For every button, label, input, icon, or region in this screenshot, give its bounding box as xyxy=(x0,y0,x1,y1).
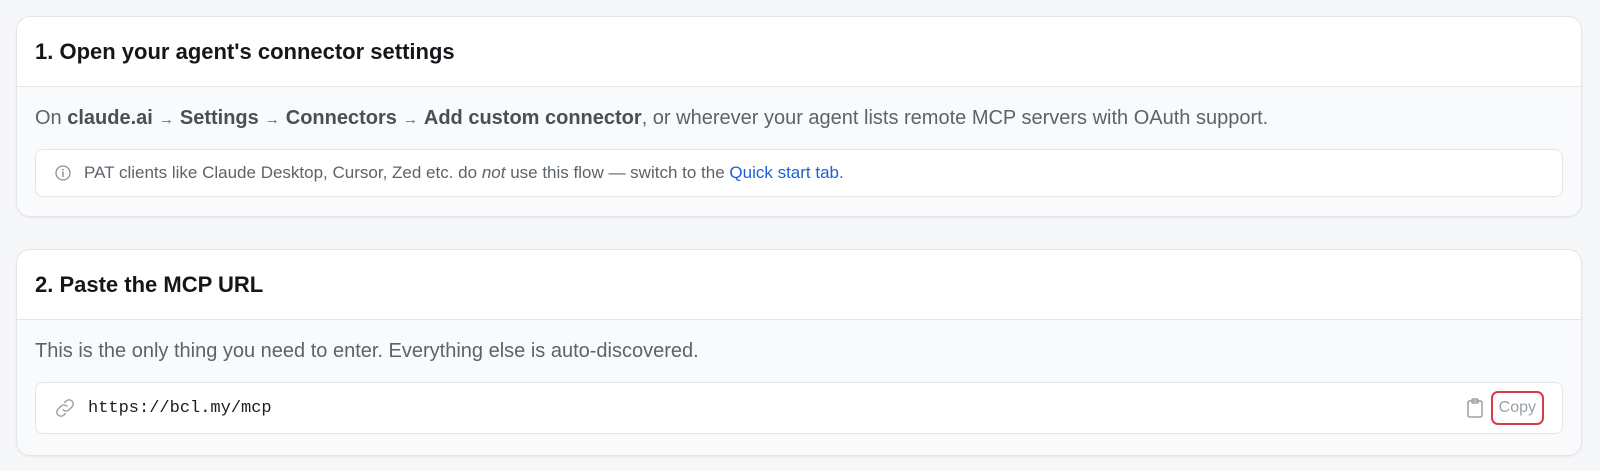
step-2-card: 2. Paste the MCP URL This is the only th… xyxy=(16,249,1582,456)
notice-text-after: use this flow — switch to the xyxy=(510,163,725,182)
path-add-custom-connector: Add custom connector xyxy=(423,107,642,129)
step-2-description: This is the only thing you need to enter… xyxy=(35,340,699,362)
arrow-1: → xyxy=(158,111,174,128)
mcp-url-box: https://bcl.my/mcp Copy xyxy=(35,382,1563,434)
quick-start-tab-link[interactable]: Quick start tab. xyxy=(729,163,843,183)
copy-control: Copy xyxy=(1465,391,1544,425)
step-2-header: 2. Paste the MCP URL xyxy=(17,250,1581,320)
arrow-3: → xyxy=(402,111,418,128)
step-1-description: On claude.ai → Settings → Connectors → Add cus… xyxy=(35,87,1563,149)
page: 1. Open your agent's connector settings … xyxy=(0,0,1600,471)
pat-notice: PAT clients like Claude Desktop, Cursor,… xyxy=(35,149,1563,197)
desc-suffix: , or wherever your agent lists remote MC… xyxy=(641,107,1269,129)
link-icon xyxy=(54,397,76,419)
copy-button[interactable]: Copy xyxy=(1490,391,1544,425)
info-circle-icon xyxy=(54,164,72,182)
step-1-header: 1. Open your agent's connector settings xyxy=(17,17,1581,87)
notice-emphasis: not xyxy=(481,163,506,182)
path-settings: Settings xyxy=(179,107,259,129)
step-1-title: 1. Open your agent's connector settings xyxy=(35,38,455,64)
clipboard-icon[interactable] xyxy=(1465,397,1485,419)
path-claude-ai: claude.ai xyxy=(67,107,153,129)
arrow-2: → xyxy=(264,111,280,128)
desc-prefix: On xyxy=(35,107,68,129)
mcp-url-value[interactable]: https://bcl.my/mcp xyxy=(88,399,1465,418)
step-2-body: This is the only thing you need to enter… xyxy=(17,320,1581,434)
step-2-title: 2. Paste the MCP URL xyxy=(35,271,264,297)
step-1-body: On claude.ai → Settings → Connectors → Add cus… xyxy=(17,87,1581,197)
notice-text-before: PAT clients like Claude Desktop, Cursor,… xyxy=(84,163,478,182)
path-connectors: Connectors xyxy=(285,107,397,129)
step-1-card: 1. Open your agent's connector settings … xyxy=(16,16,1582,217)
